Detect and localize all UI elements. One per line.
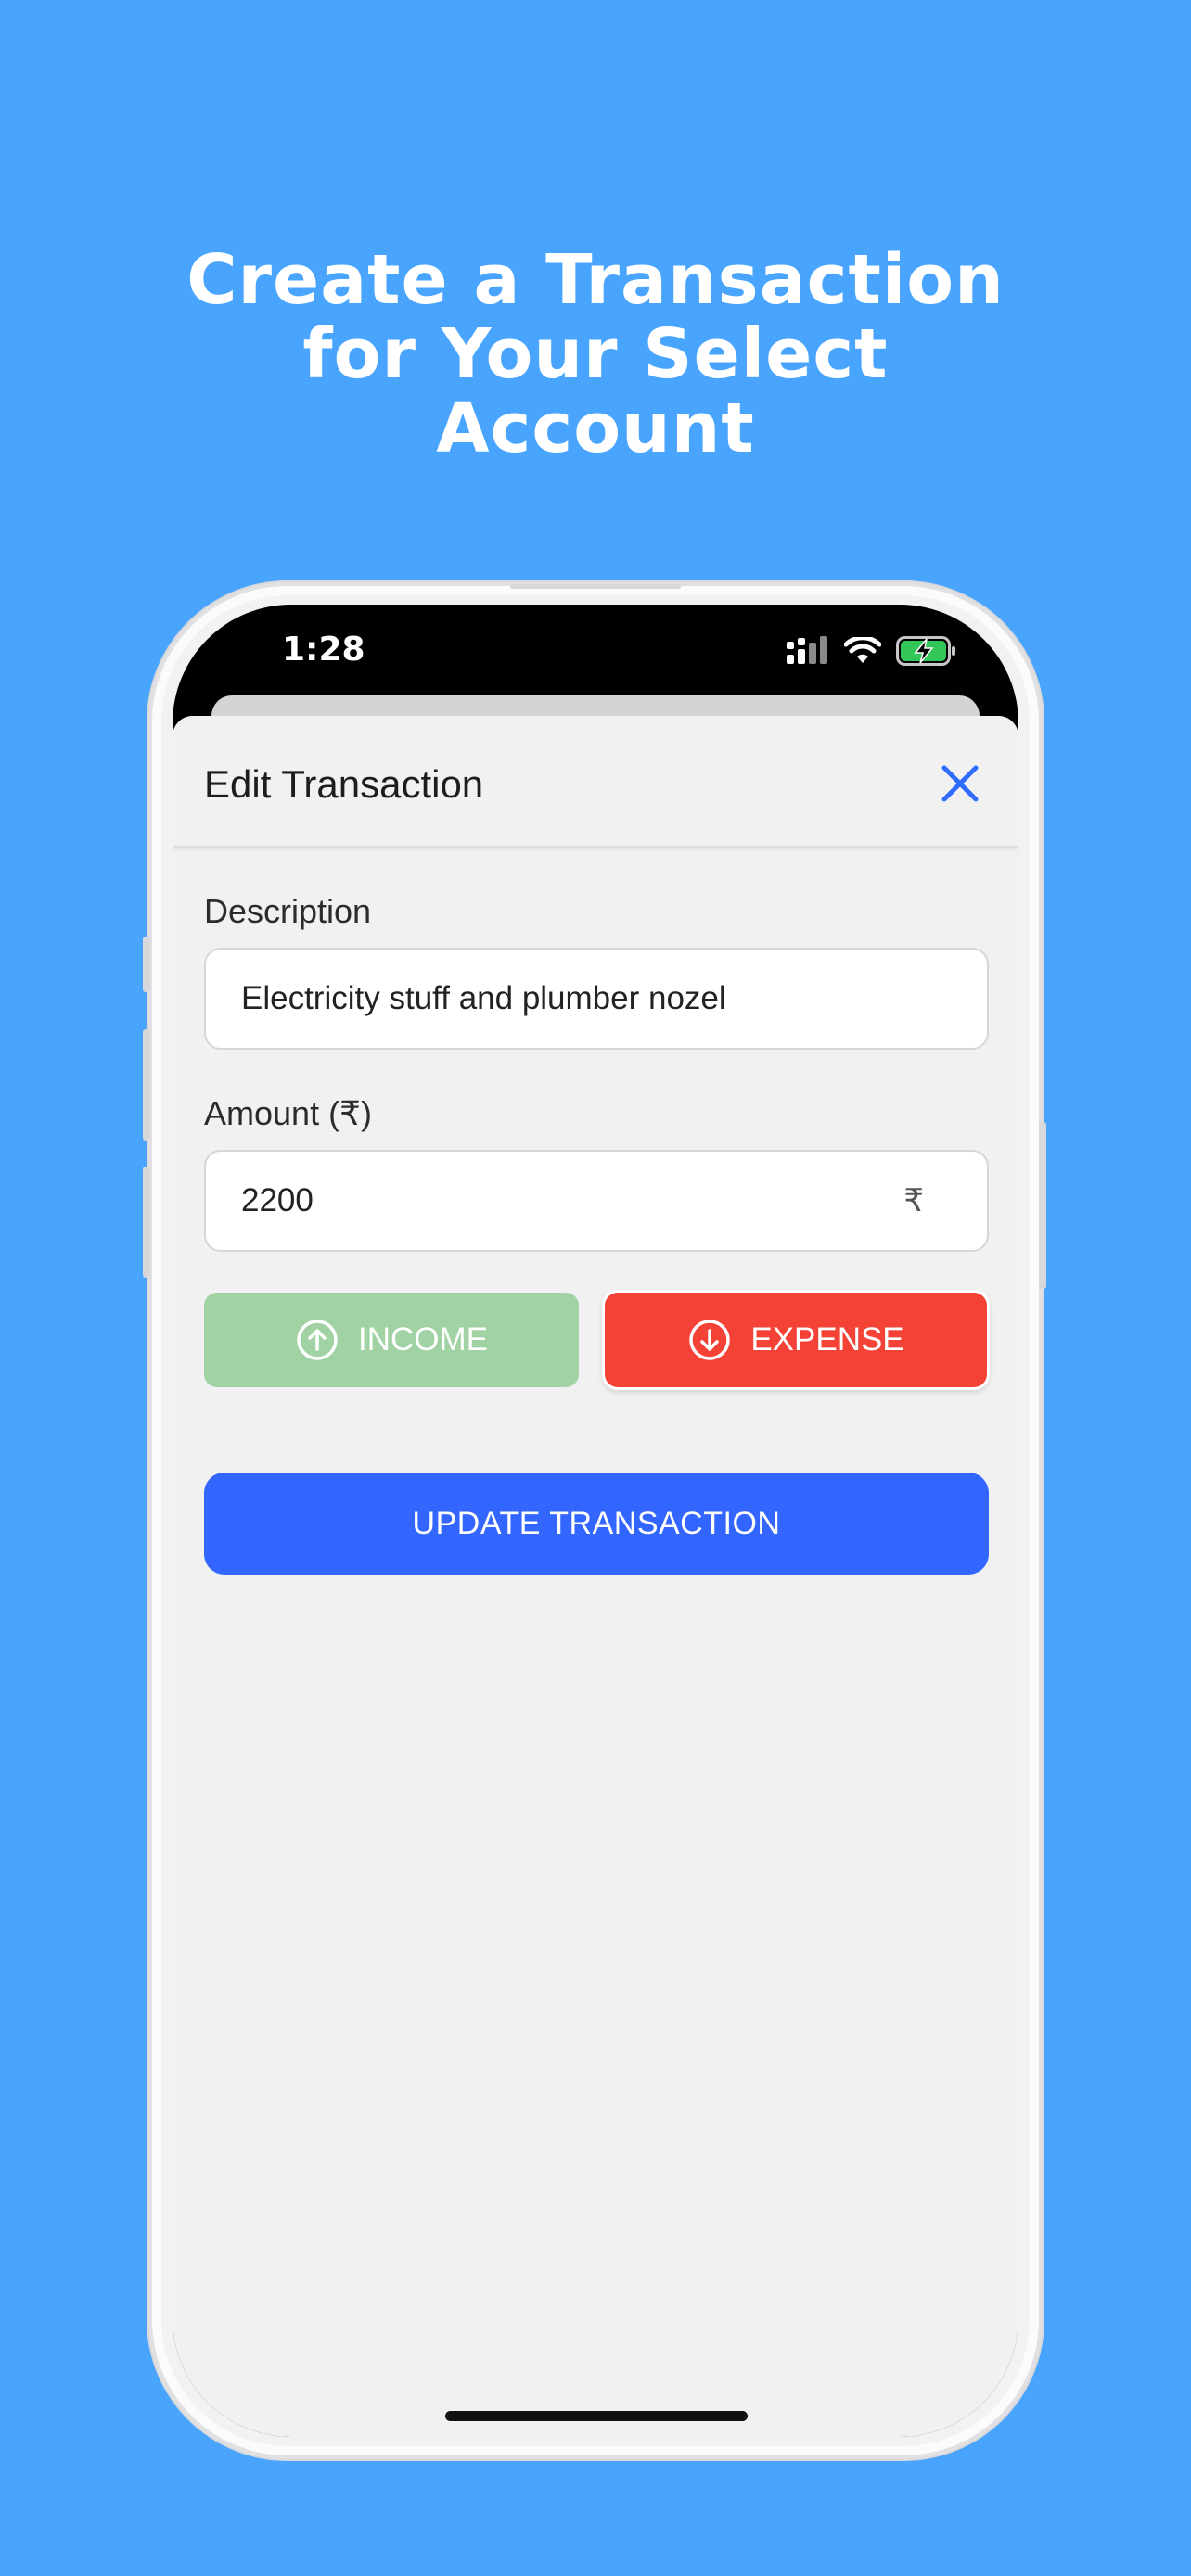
wifi-icon	[844, 637, 881, 663]
cellular-signal-icon	[787, 636, 827, 664]
expense-button[interactable]: EXPENSE	[605, 1293, 987, 1387]
amount-label: Amount (₹)	[204, 1094, 372, 1132]
phone-side-button	[143, 1167, 150, 1278]
headline-line-2: for Your Select	[302, 314, 889, 394]
description-value: Electricity stuff and plumber nozel	[241, 980, 726, 1016]
sheet-header: Edit Transaction	[173, 716, 1018, 848]
edit-transaction-sheet: Edit Transaction Description Electricity…	[173, 716, 1018, 2437]
arrow-up-circle-icon	[297, 1320, 338, 1360]
phone-speaker-slit	[510, 584, 681, 589]
status-time: 1:28	[282, 631, 365, 669]
expense-label: EXPENSE	[750, 1321, 904, 1358]
battery-charging-icon	[896, 636, 955, 666]
amount-value: 2200	[241, 1182, 314, 1218]
headline-line-1: Create a Transaction	[186, 240, 1005, 320]
arrow-down-circle-icon	[689, 1320, 731, 1360]
headline-line-3: Account	[436, 389, 755, 468]
description-label: Description	[204, 892, 372, 930]
home-indicator	[445, 2411, 748, 2421]
phone-side-button	[1039, 1122, 1046, 1289]
income-label: INCOME	[358, 1321, 488, 1358]
rupee-suffix: ₹	[903, 1183, 924, 1218]
sheet-title: Edit Transaction	[204, 762, 484, 806]
status-icons	[787, 636, 957, 666]
phone-screen: 1:28 Edit Transaction Description Electr…	[173, 605, 1018, 2437]
description-input[interactable]: Electricity stuff and plumber nozel	[204, 948, 989, 1050]
phone-side-button	[143, 937, 150, 992]
promo-headline: Create a Transaction for Your Select Acc…	[0, 243, 1191, 465]
close-icon[interactable]	[939, 762, 981, 805]
update-transaction-button[interactable]: UPDATE TRANSACTION	[204, 1473, 989, 1575]
amount-input[interactable]: 2200 ₹	[204, 1150, 989, 1252]
phone-side-button	[143, 1029, 150, 1141]
income-button[interactable]: INCOME	[204, 1293, 579, 1387]
